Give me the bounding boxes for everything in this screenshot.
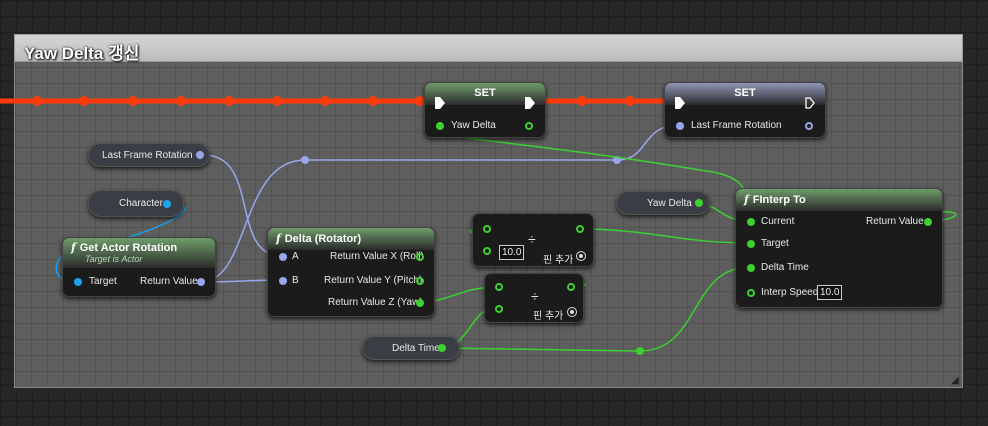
set-title: SET <box>474 87 496 99</box>
add-pin-label[interactable]: 핀 추가 <box>543 251 573 266</box>
last-frame-rotation-out-pin[interactable] <box>805 122 813 130</box>
divide-out-pin[interactable] <box>567 283 575 291</box>
set-title: SET <box>734 87 756 99</box>
function-icon: f <box>744 193 749 206</box>
get-actor-rotation-node[interactable]: f Get Actor Rotation Target is Actor Targ… <box>62 237 216 297</box>
character-out-pin[interactable] <box>163 200 171 208</box>
target-in-pin[interactable] <box>747 240 755 248</box>
set-yaw-delta-node[interactable]: SET Yaw Delta <box>424 82 546 138</box>
node-title: FInterp To <box>752 194 806 206</box>
delta-time-in-pin[interactable] <box>747 264 755 272</box>
add-pin-icon[interactable] <box>576 251 586 261</box>
get-character-node[interactable]: Character <box>88 190 184 217</box>
divide-b-in-pin[interactable] <box>495 305 503 313</box>
exec-out-pin-icon[interactable] <box>805 97 815 109</box>
return-y-out-pin[interactable] <box>416 277 424 285</box>
yaw-delta-out-pin[interactable] <box>695 199 703 207</box>
last-frame-rotation-in-pin[interactable] <box>676 122 684 130</box>
return-z-out-pin[interactable] <box>416 299 424 307</box>
a-pin-label: A <box>292 251 299 262</box>
finterp-to-node[interactable]: f FInterp To Current Return Value Target … <box>735 188 943 308</box>
node-subtitle: Target is Actor <box>85 254 143 264</box>
variable-label: Delta Time <box>392 343 440 354</box>
exec-in-pin-icon[interactable] <box>435 97 445 109</box>
divide-out-pin[interactable] <box>576 225 584 233</box>
get-last-frame-rotation-node[interactable]: Last Frame Rotation <box>88 143 210 167</box>
delta-time-out-pin[interactable] <box>438 344 446 352</box>
divide-node-2[interactable]: ÷ 핀 추가 <box>484 273 584 323</box>
return-y-pin-label: Return Value Y (Pitch) <box>324 275 423 286</box>
exec-in-pin-icon[interactable] <box>675 97 685 109</box>
divide-a-in-pin[interactable] <box>495 283 503 291</box>
divide-b-in-pin[interactable] <box>483 247 491 255</box>
yaw-delta-out-pin[interactable] <box>525 122 533 130</box>
add-pin-label[interactable]: 핀 추가 <box>533 307 563 322</box>
target-pin-label: Target <box>761 238 789 249</box>
divide-icon: ÷ <box>531 288 539 304</box>
return-value-pin-label: Return Value <box>140 276 198 287</box>
b-pin-label: B <box>292 275 299 286</box>
divide-a-in-pin[interactable] <box>483 225 491 233</box>
delta-rotator-node[interactable]: f Delta (Rotator) A B Return Value X (Rol… <box>267 227 435 317</box>
add-pin-icon[interactable] <box>567 307 577 317</box>
return-x-pin-label: Return Value X (Roll) <box>330 251 424 262</box>
divide-icon: ÷ <box>528 231 536 247</box>
target-pin-label: Target <box>89 276 117 287</box>
interp-speed-in-pin[interactable] <box>747 289 755 297</box>
return-value-out-pin[interactable] <box>924 218 932 226</box>
last-frame-rotation-out-pin[interactable] <box>196 151 204 159</box>
divide-b-value-field[interactable]: 10.0 <box>499 245 525 260</box>
interp-speed-value-field[interactable]: 10.0 <box>817 285 843 300</box>
a-in-pin[interactable] <box>279 253 287 261</box>
get-yaw-delta-node[interactable]: Yaw Delta <box>616 191 710 215</box>
exec-out-pin-icon[interactable] <box>525 97 535 109</box>
last-frame-rotation-pin-label: Last Frame Rotation <box>691 120 782 131</box>
return-x-out-pin[interactable] <box>416 253 424 261</box>
target-in-pin[interactable] <box>74 278 82 286</box>
node-title: Delta (Rotator) <box>284 233 362 245</box>
get-delta-time-node[interactable]: Delta Time <box>362 336 460 360</box>
b-in-pin[interactable] <box>279 277 287 285</box>
delta-time-pin-label: Delta Time <box>761 262 809 273</box>
function-icon: f <box>276 232 281 245</box>
variable-label: Yaw Delta <box>647 198 692 209</box>
function-icon: f <box>71 241 76 254</box>
current-in-pin[interactable] <box>747 218 755 226</box>
variable-label: Character <box>119 198 163 209</box>
yaw-delta-pin-label: Yaw Delta <box>451 120 496 131</box>
divide-node-1[interactable]: ÷ 10.0 핀 추가 <box>472 213 594 267</box>
yaw-delta-in-pin[interactable] <box>436 122 444 130</box>
return-value-out-pin[interactable] <box>197 278 205 286</box>
return-value-pin-label: Return Value <box>866 216 924 227</box>
node-title: Get Actor Rotation <box>79 242 178 254</box>
variable-label: Last Frame Rotation <box>102 150 193 161</box>
return-z-pin-label: Return Value Z (Yaw) <box>328 297 423 308</box>
current-pin-label: Current <box>761 216 795 227</box>
set-last-frame-rotation-node[interactable]: SET Last Frame Rotation <box>664 82 826 138</box>
interp-speed-pin-label: Interp Speed <box>761 287 819 298</box>
